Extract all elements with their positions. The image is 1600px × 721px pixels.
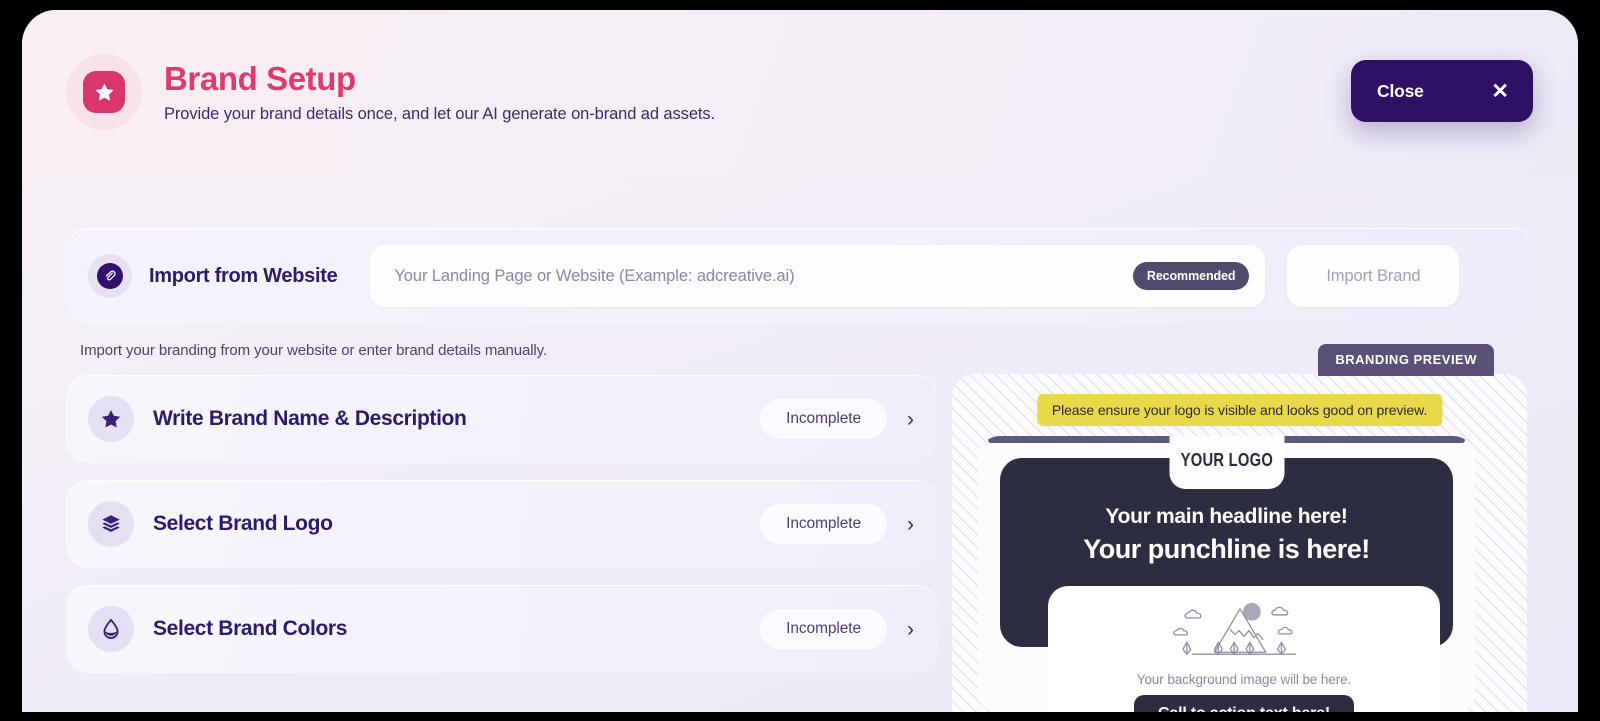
modal-body: Import from Website Recommended Import B… (22, 181, 1578, 712)
logo-placeholder-text: YOUR LOGO (1180, 450, 1272, 471)
ad-headline: Your main headline here! (1000, 505, 1453, 529)
layers-icon (88, 501, 134, 547)
website-url-input[interactable] (370, 267, 1070, 286)
status-badge: Incomplete (760, 399, 887, 439)
import-from-website-label: Import from Website (149, 265, 337, 288)
star-icon (88, 396, 134, 442)
header-title-group: Brand Setup Provide your brand details o… (66, 54, 715, 130)
logo-placeholder-tab: YOUR LOGO (1169, 436, 1284, 489)
step-label: Select Brand Colors (153, 617, 760, 641)
recommended-badge: Recommended (1133, 262, 1250, 290)
close-button-label: Close (1377, 81, 1424, 102)
branding-preview-stage: Please ensure your logo is visible and l… (952, 374, 1527, 712)
ad-cta-button[interactable]: Call to action text here! (1134, 695, 1354, 712)
import-from-website-card: Import from Website Recommended Import B… (66, 228, 1534, 324)
website-url-field[interactable]: Recommended (370, 245, 1265, 307)
paperclip-icon (88, 254, 132, 298)
close-x-icon: ✕ (1491, 81, 1509, 102)
screen-frame: Brand Setup Provide your brand details o… (0, 0, 1600, 721)
close-button[interactable]: Close ✕ (1351, 60, 1533, 122)
step-label: Write Brand Name & Description (153, 407, 760, 431)
ad-inner-panel: Your background image will be here. Call… (1048, 586, 1440, 712)
step-row-brand-logo[interactable]: Select Brand Logo Incomplete › (66, 480, 938, 568)
import-brand-button[interactable]: Import Brand (1287, 245, 1459, 307)
star-badge-icon (66, 54, 142, 130)
chevron-right-icon[interactable]: › (907, 409, 914, 430)
step-row-brand-colors[interactable]: Select Brand Colors Incomplete › (66, 585, 938, 673)
modal-header: Brand Setup Provide your brand details o… (22, 10, 1578, 181)
page-subtitle: Provide your brand details once, and let… (164, 105, 715, 124)
import-label-group: Import from Website (66, 254, 337, 298)
page-title: Brand Setup (164, 60, 715, 98)
step-label: Select Brand Logo (153, 512, 760, 536)
chevron-right-icon[interactable]: › (907, 619, 914, 640)
step-row-brand-name[interactable]: Write Brand Name & Description Incomplet… (66, 375, 938, 463)
status-badge: Incomplete (760, 504, 887, 544)
mountain-landscape-icon (1048, 597, 1440, 668)
ad-preview-card: Your main headline here! Your punchline … (978, 436, 1475, 712)
droplet-icon (88, 606, 134, 652)
import-hint-text: Import your branding from your website o… (80, 342, 547, 359)
brand-setup-modal: Brand Setup Provide your brand details o… (22, 10, 1578, 712)
branding-preview-tab: BRANDING PREVIEW (1318, 344, 1494, 376)
ad-punchline: Your punchline is here! (1000, 534, 1453, 565)
status-badge: Incomplete (760, 609, 887, 649)
branding-preview: BRANDING PREVIEW Please ensure your logo… (952, 344, 1527, 712)
brand-setup-steps: Write Brand Name & Description Incomplet… (66, 375, 938, 690)
header-text-block: Brand Setup Provide your brand details o… (164, 60, 715, 124)
logo-visibility-tooltip: Please ensure your logo is visible and l… (1037, 394, 1442, 426)
chevron-right-icon[interactable]: › (907, 514, 914, 535)
ad-background-note: Your background image will be here. (1048, 672, 1440, 687)
